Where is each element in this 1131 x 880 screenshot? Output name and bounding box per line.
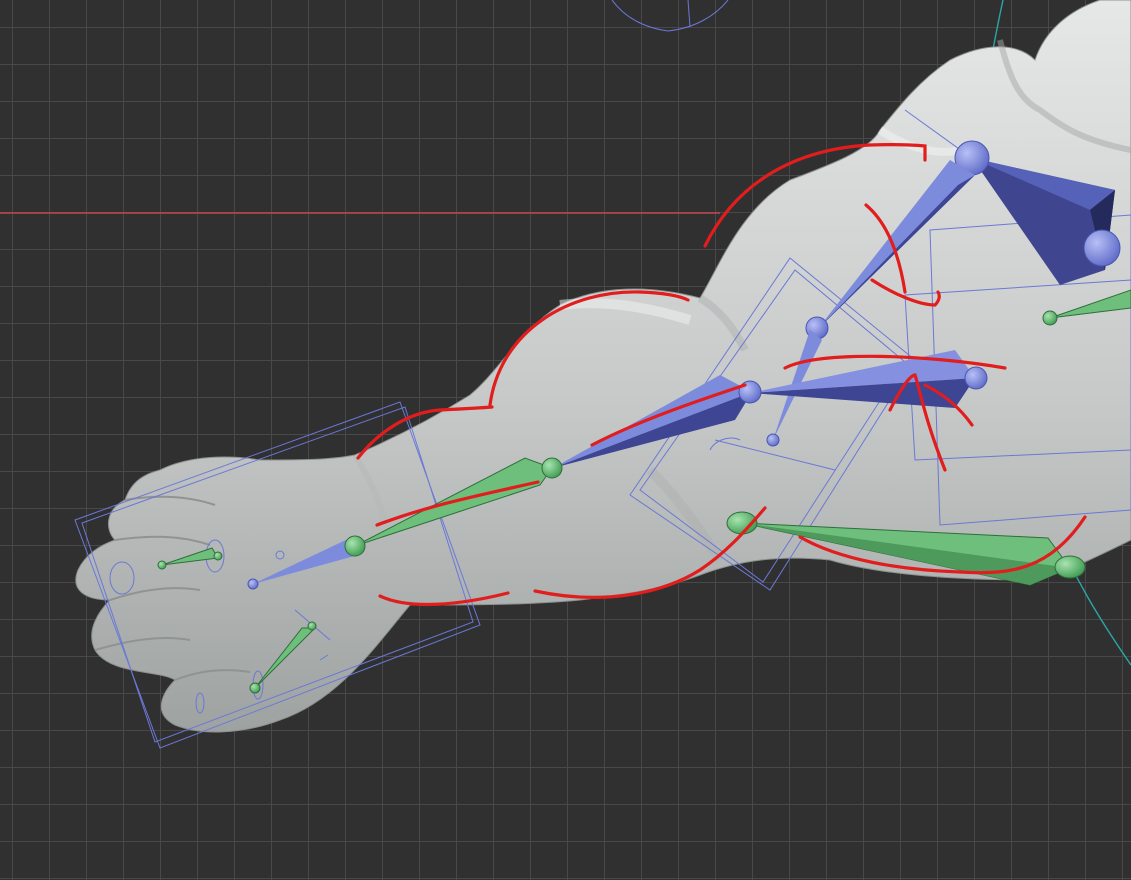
shoulder-bone-tail[interactable] <box>1083 229 1121 267</box>
3d-viewport[interactable] <box>0 0 1131 880</box>
head-wire-outline <box>611 0 729 32</box>
scene-canvas[interactable] <box>0 0 1131 880</box>
arm-mesh[interactable] <box>75 0 1131 733</box>
